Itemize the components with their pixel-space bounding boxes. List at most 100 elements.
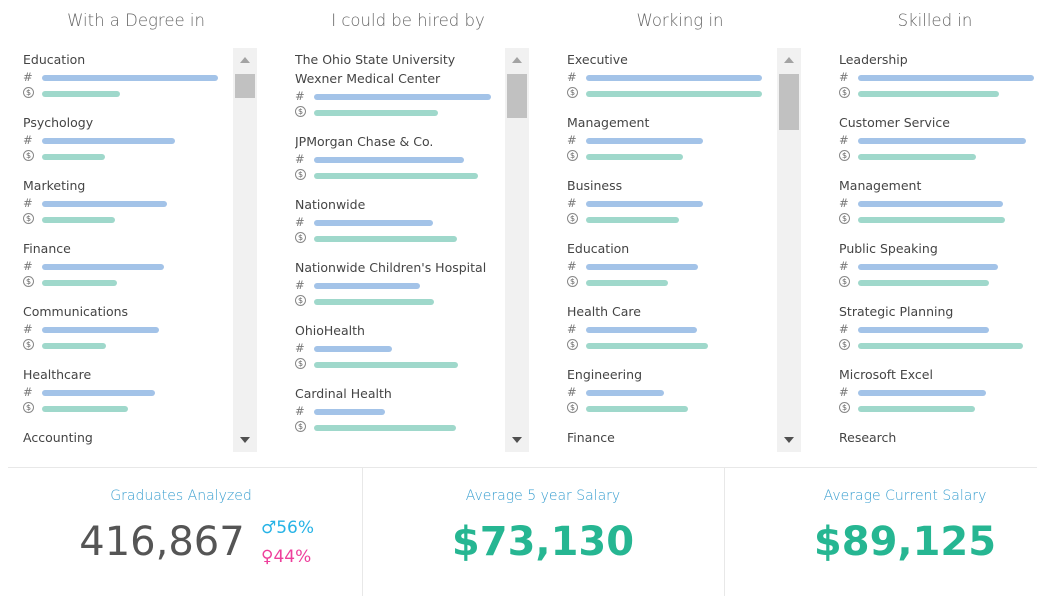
stats-divider bbox=[8, 467, 1037, 468]
count-bar bbox=[42, 390, 155, 396]
list-item[interactable]: OhioHealth # $ bbox=[295, 319, 503, 372]
list-item[interactable]: Public Speaking # $ bbox=[839, 237, 1045, 290]
list-item[interactable]: Education # $ bbox=[567, 237, 775, 290]
list-item[interactable]: Microsoft Excel # $ bbox=[839, 363, 1045, 416]
count-bar bbox=[314, 283, 420, 289]
count-bar bbox=[858, 75, 1034, 81]
list-item[interactable]: Leadership # $ bbox=[839, 48, 1045, 101]
salary-bar bbox=[314, 110, 438, 116]
scroll-up-arrow-icon[interactable] bbox=[505, 50, 529, 70]
count-bar bbox=[314, 409, 385, 415]
list-item[interactable]: Engineering # $ bbox=[567, 363, 775, 416]
degree-list[interactable]: Education # $ Psychology # $ Marketing # $ Financ… bbox=[23, 48, 231, 452]
dollar-circle-icon: $ bbox=[23, 87, 34, 98]
salary-metric-row: $ bbox=[23, 211, 231, 227]
count-metric-row: # bbox=[295, 340, 503, 356]
list-item-label: Customer Service bbox=[839, 115, 950, 130]
count-metric-row: # bbox=[839, 195, 1045, 211]
count-bar bbox=[586, 138, 703, 144]
list-item[interactable]: Management # $ bbox=[839, 174, 1045, 227]
list-item[interactable]: JPMorgan Chase & Co. # $ bbox=[295, 130, 503, 183]
list-item[interactable]: Research bbox=[839, 426, 1045, 447]
skills-list[interactable]: Leadership # $ Customer Service # $ Management… bbox=[839, 48, 1045, 452]
hash-icon: # bbox=[567, 322, 577, 336]
list-item[interactable]: Executive # $ bbox=[567, 48, 775, 101]
salary-metric-row: $ bbox=[295, 104, 503, 120]
hash-icon: # bbox=[295, 404, 305, 418]
hash-icon: # bbox=[567, 70, 577, 84]
list-item[interactable]: Finance # $ bbox=[23, 237, 231, 290]
list-item-label: Microsoft Excel bbox=[839, 367, 933, 382]
employer-list[interactable]: The Ohio State University Wexner Medical … bbox=[295, 48, 503, 452]
list-item[interactable]: The Ohio State University Wexner Medical … bbox=[295, 48, 503, 120]
skills-panel: Leadership # $ Customer Service # $ Management… bbox=[839, 48, 1045, 452]
count-metric-row: # bbox=[295, 277, 503, 293]
industry-scrollbar[interactable] bbox=[777, 48, 801, 452]
count-bar bbox=[42, 264, 164, 270]
count-bar bbox=[42, 75, 218, 81]
list-item[interactable]: Finance bbox=[567, 426, 775, 447]
five-year-salary-label: Average 5 year Salary bbox=[465, 488, 621, 504]
scroll-thumb[interactable] bbox=[507, 74, 527, 118]
column-title-degree: With a Degree in bbox=[67, 11, 205, 30]
salary-metric-row: $ bbox=[839, 85, 1045, 101]
hash-icon: # bbox=[295, 341, 305, 355]
degree-scrollbar[interactable] bbox=[233, 48, 257, 452]
count-metric-row: # bbox=[23, 195, 231, 211]
stats-separator-2 bbox=[724, 468, 725, 596]
scroll-down-arrow-icon[interactable] bbox=[505, 430, 529, 450]
scroll-down-arrow-icon[interactable] bbox=[233, 430, 257, 450]
count-metric-row: # bbox=[567, 132, 775, 148]
salary-bar bbox=[858, 91, 999, 97]
dollar-circle-icon: $ bbox=[295, 169, 306, 180]
list-item[interactable]: Customer Service # $ bbox=[839, 111, 1045, 164]
list-item-label: Executive bbox=[567, 52, 628, 67]
degree-panel: Education # $ Psychology # $ Marketing # $ Financ… bbox=[23, 48, 257, 452]
scroll-thumb[interactable] bbox=[779, 74, 799, 130]
scroll-up-arrow-icon[interactable] bbox=[777, 50, 801, 70]
scroll-thumb[interactable] bbox=[235, 74, 255, 98]
list-item[interactable]: Strategic Planning # $ bbox=[839, 300, 1045, 353]
salary-metric-row: $ bbox=[567, 274, 775, 290]
list-item[interactable]: Cardinal Health # $ bbox=[295, 382, 503, 435]
dollar-circle-icon: $ bbox=[567, 87, 578, 98]
salary-bar bbox=[586, 154, 683, 160]
five-year-salary-value: $73,130 bbox=[451, 519, 635, 565]
count-metric-row: # bbox=[23, 132, 231, 148]
industry-list[interactable]: Executive # $ Management # $ Business # $ Educati… bbox=[567, 48, 775, 452]
salary-metric-row: $ bbox=[295, 419, 503, 435]
list-item[interactable]: Psychology # $ bbox=[23, 111, 231, 164]
salary-bar bbox=[586, 406, 688, 412]
salary-metric-row: $ bbox=[567, 211, 775, 227]
list-item[interactable]: Business # $ bbox=[567, 174, 775, 227]
employer-scrollbar[interactable] bbox=[505, 48, 529, 452]
salary-bar bbox=[858, 154, 976, 160]
salary-metric-row: $ bbox=[839, 400, 1045, 416]
scroll-down-arrow-icon[interactable] bbox=[777, 430, 801, 450]
dollar-circle-icon: $ bbox=[295, 421, 306, 432]
list-item-label: Leadership bbox=[839, 52, 908, 67]
list-item[interactable]: Accounting bbox=[23, 426, 231, 447]
dollar-circle-icon: $ bbox=[567, 213, 578, 224]
list-item[interactable]: Nationwide # $ bbox=[295, 193, 503, 246]
list-item[interactable]: Healthcare # $ bbox=[23, 363, 231, 416]
salary-metric-row: $ bbox=[23, 337, 231, 353]
list-item[interactable]: Nationwide Children's Hospital # $ bbox=[295, 256, 503, 309]
salary-metric-row: $ bbox=[295, 230, 503, 246]
graduates-analyzed-label: Graduates Analyzed bbox=[110, 488, 252, 504]
salary-metric-row: $ bbox=[295, 293, 503, 309]
salary-bar bbox=[42, 343, 106, 349]
scroll-up-arrow-icon[interactable] bbox=[233, 50, 257, 70]
list-item[interactable]: Management # $ bbox=[567, 111, 775, 164]
count-metric-row: # bbox=[839, 69, 1045, 85]
list-item-label: Research bbox=[839, 430, 897, 445]
list-item[interactable]: Health Care # $ bbox=[567, 300, 775, 353]
list-item[interactable]: Communications # $ bbox=[23, 300, 231, 353]
list-item-label: Nationwide Children's Hospital bbox=[295, 260, 487, 275]
hash-icon: # bbox=[567, 133, 577, 147]
hash-icon: # bbox=[295, 89, 305, 103]
list-item[interactable]: Education # $ bbox=[23, 48, 231, 101]
male-percentage: ♂56% bbox=[261, 518, 315, 538]
list-item-label: Accounting bbox=[23, 430, 93, 445]
list-item[interactable]: Marketing # $ bbox=[23, 174, 231, 227]
